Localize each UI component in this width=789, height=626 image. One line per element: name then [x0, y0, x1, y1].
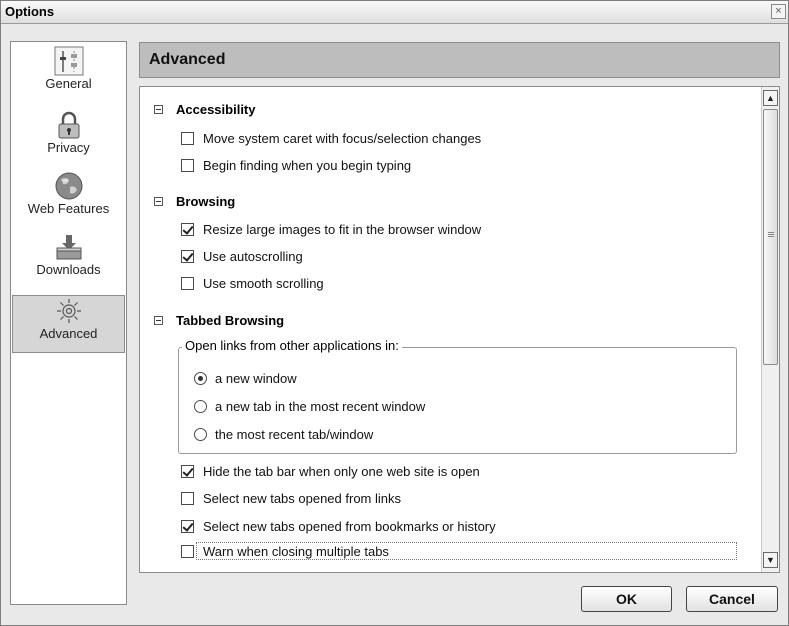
- groupbox-label: Open links from other applications in:: [182, 337, 402, 355]
- checkbox[interactable]: [181, 277, 194, 290]
- sidebar-item-general[interactable]: General: [11, 46, 126, 104]
- checkbox[interactable]: [181, 492, 194, 505]
- page-title: Advanced: [149, 51, 226, 68]
- checkbox-label: Move system caret with focus/selection c…: [203, 131, 482, 146]
- options-window: Options × General Privacy Web Features D…: [0, 0, 789, 626]
- title-bar[interactable]: Options ×: [1, 1, 788, 24]
- checkbox[interactable]: [181, 132, 194, 145]
- pane-header: Advanced: [139, 42, 780, 78]
- scroll-up-button[interactable]: ▲: [763, 90, 778, 106]
- scroll-thumb[interactable]: [763, 109, 778, 365]
- checkbox-checked[interactable]: [181, 250, 194, 263]
- sliders-icon: [54, 46, 83, 76]
- category-sidebar: General Privacy Web Features Downloads A…: [10, 41, 127, 605]
- checkbox-checked[interactable]: [181, 223, 194, 236]
- checkbox-checked[interactable]: [181, 520, 194, 533]
- radio-selected[interactable]: [194, 372, 207, 385]
- settings-content: Accessibility Move system caret with foc…: [139, 86, 780, 573]
- gear-icon: [56, 299, 81, 323]
- sidebar-item-label: Advanced: [39, 326, 98, 341]
- sidebar-item-advanced[interactable]: Advanced: [12, 295, 125, 353]
- checkbox-checked[interactable]: [181, 465, 194, 478]
- checkbox-label: Use autoscrolling: [203, 249, 303, 264]
- checkbox-label: Select new tabs opened from bookmarks or…: [203, 519, 496, 534]
- download-tray-icon: [56, 235, 81, 260]
- vertical-scrollbar[interactable]: ▲ ▼: [761, 87, 779, 572]
- lock-icon: [58, 111, 79, 139]
- radio-label: a new tab in the most recent window: [215, 399, 426, 414]
- collapse-icon[interactable]: [154, 197, 163, 206]
- grip-icon: [768, 232, 774, 233]
- section-title: Accessibility: [176, 102, 256, 117]
- checkbox-label: Hide the tab bar when only one web site …: [203, 464, 480, 479]
- sidebar-item-web-features[interactable]: Web Features: [11, 171, 126, 229]
- sidebar-item-downloads[interactable]: Downloads: [11, 232, 126, 290]
- checkbox-label: Warn when closing multiple tabs: [203, 544, 389, 559]
- collapse-icon[interactable]: [154, 105, 163, 114]
- checkbox-label: Begin finding when you begin typing: [203, 158, 412, 173]
- sidebar-item-label: Web Features: [27, 201, 110, 216]
- ok-button[interactable]: OK: [581, 586, 672, 612]
- scroll-down-button[interactable]: ▼: [763, 552, 778, 568]
- window-title: Options: [5, 4, 55, 19]
- sidebar-item-privacy[interactable]: Privacy: [11, 110, 126, 168]
- checkbox-label: Use smooth scrolling: [203, 276, 324, 291]
- cancel-button[interactable]: Cancel: [686, 586, 778, 612]
- sidebar-item-label: General: [45, 76, 92, 91]
- section-title: Browsing: [176, 194, 236, 209]
- sidebar-item-label: Downloads: [36, 262, 101, 277]
- radio[interactable]: [194, 428, 207, 441]
- radio-label: a new window: [215, 371, 297, 386]
- radio[interactable]: [194, 400, 207, 413]
- checkbox[interactable]: [181, 545, 194, 558]
- sidebar-item-label: Privacy: [47, 140, 90, 155]
- globe-icon: [55, 172, 82, 200]
- radio-label: the most recent tab/window: [215, 427, 374, 442]
- close-icon[interactable]: ×: [771, 4, 786, 19]
- checkbox[interactable]: [181, 159, 194, 172]
- collapse-icon[interactable]: [154, 316, 163, 325]
- section-title: Tabbed Browsing: [176, 313, 285, 328]
- checkbox-label: Select new tabs opened from links: [203, 491, 401, 506]
- checkbox-label: Resize large images to fit in the browse…: [203, 222, 482, 237]
